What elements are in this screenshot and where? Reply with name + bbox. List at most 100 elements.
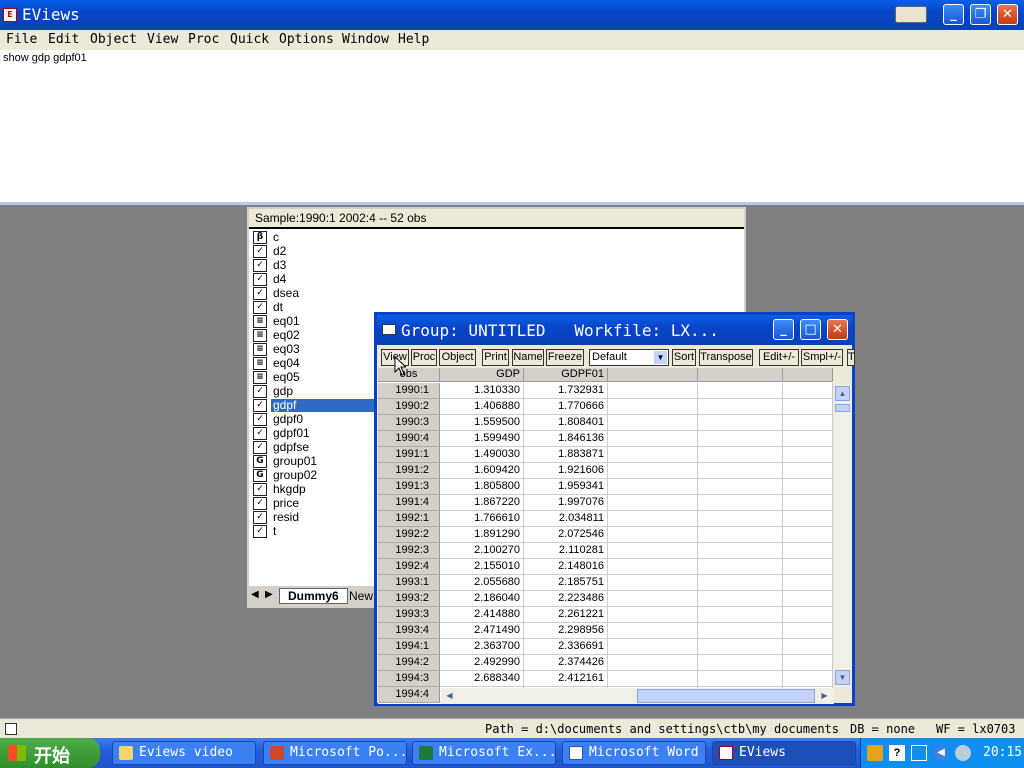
menu-view[interactable]: View — [147, 32, 178, 47]
empty-cell[interactable] — [783, 463, 833, 479]
tab-scroll-right-icon[interactable]: ▶ — [265, 589, 273, 600]
vertical-scrollbar[interactable]: ▲ ▼ — [834, 385, 851, 687]
row-label[interactable]: 1991:1 — [378, 447, 440, 463]
object-item[interactable]: ✓ d2 — [253, 245, 383, 259]
menu-file[interactable]: File — [6, 32, 37, 47]
command-window[interactable]: show gdp gdpf01 — [0, 50, 1024, 205]
empty-cell[interactable] — [783, 383, 833, 399]
empty-cell[interactable] — [608, 639, 698, 655]
object-item[interactable]: ✓ gdpf — [253, 399, 383, 413]
object-item[interactable]: ✓ price — [253, 497, 383, 511]
menu-object[interactable]: Object — [90, 32, 137, 47]
language-bar-icon[interactable] — [895, 6, 927, 23]
empty-cell[interactable] — [698, 607, 783, 623]
object-item[interactable]: ✓ gdpfse — [253, 441, 383, 455]
empty-cell[interactable] — [608, 415, 698, 431]
empty-cell[interactable] — [698, 495, 783, 511]
data-cell[interactable]: 1.599490 — [440, 431, 524, 447]
data-cell[interactable]: 1.867220 — [440, 495, 524, 511]
empty-cell[interactable] — [698, 383, 783, 399]
data-cell[interactable]: 2.155010 — [440, 559, 524, 575]
name-button[interactable]: Name — [512, 349, 544, 366]
data-cell[interactable]: 2.072546 — [524, 527, 608, 543]
minimize-button[interactable]: _ — [943, 4, 964, 25]
data-cell[interactable]: 2.185751 — [524, 575, 608, 591]
tab-scroll-left-icon[interactable]: ◀ — [251, 589, 259, 600]
empty-cell[interactable] — [783, 527, 833, 543]
empty-cell[interactable] — [698, 591, 783, 607]
data-cell[interactable]: 1.310330 — [440, 383, 524, 399]
proc-button[interactable]: Proc — [411, 349, 437, 366]
empty-cell[interactable] — [698, 479, 783, 495]
row-label[interactable]: 1991:3 — [378, 479, 440, 495]
hscroll-thumb[interactable] — [637, 689, 815, 703]
empty-cell[interactable] — [698, 527, 783, 543]
row-label[interactable]: 1990:3 — [378, 415, 440, 431]
empty-cell[interactable] — [608, 383, 698, 399]
data-cell[interactable]: 2.492990 — [440, 655, 524, 671]
data-cell[interactable]: 1.732931 — [524, 383, 608, 399]
column-header-obs[interactable]: obs — [378, 368, 440, 382]
data-cell[interactable]: 1.883871 — [524, 447, 608, 463]
empty-cell[interactable] — [608, 527, 698, 543]
tab-dummy6[interactable]: Dummy6 — [279, 588, 348, 604]
empty-cell[interactable] — [783, 623, 833, 639]
data-cell[interactable]: 2.261221 — [524, 607, 608, 623]
start-button[interactable]: 开始 — [0, 738, 100, 768]
data-cell[interactable]: 2.034811 — [524, 511, 608, 527]
object-item[interactable]: ✓ hkgdp — [253, 483, 383, 497]
object-button[interactable]: Object — [439, 349, 476, 366]
empty-cell[interactable] — [608, 431, 698, 447]
object-item[interactable]: ≡ eq04 — [253, 357, 383, 371]
data-cell[interactable]: 1.770666 — [524, 399, 608, 415]
empty-cell[interactable] — [608, 655, 698, 671]
task-excel[interactable]: Microsoft Ex... — [412, 741, 556, 765]
data-cell[interactable]: 1.766610 — [440, 511, 524, 527]
data-cell[interactable]: 2.374426 — [524, 655, 608, 671]
data-cell[interactable]: 2.100270 — [440, 543, 524, 559]
print-button[interactable]: Print — [482, 349, 509, 366]
tray-app-icon[interactable] — [867, 745, 883, 761]
task-eviews-video[interactable]: Eviews video — [112, 741, 256, 765]
row-label[interactable]: 1991:2 — [378, 463, 440, 479]
back-arrow-icon[interactable]: ◀ — [933, 745, 949, 761]
row-label[interactable]: 1992:4 — [378, 559, 440, 575]
empty-cell[interactable] — [698, 415, 783, 431]
empty-cell[interactable] — [783, 607, 833, 623]
smpl-toggle-button[interactable]: Smpl+/- — [801, 349, 843, 366]
object-item[interactable]: ✓ dsea — [253, 287, 383, 301]
object-item[interactable]: ✓ d4 — [253, 273, 383, 287]
data-cell[interactable]: 1.959341 — [524, 479, 608, 495]
empty-cell[interactable] — [698, 639, 783, 655]
data-cell[interactable]: 1.406880 — [440, 399, 524, 415]
tab-new[interactable]: New — [349, 589, 373, 603]
row-label[interactable]: 1993:1 — [378, 575, 440, 591]
data-cell[interactable]: 2.110281 — [524, 543, 608, 559]
empty-cell[interactable] — [783, 399, 833, 415]
scroll-right-icon[interactable]: ▶ — [817, 689, 832, 703]
empty-cell[interactable] — [783, 495, 833, 511]
data-cell[interactable]: 2.055680 — [440, 575, 524, 591]
object-item[interactable]: ≡ eq02 — [253, 329, 383, 343]
data-cell[interactable]: 2.414880 — [440, 607, 524, 623]
column-header-empty[interactable] — [698, 368, 783, 382]
empty-cell[interactable] — [698, 431, 783, 447]
row-label[interactable]: 1991:4 — [378, 495, 440, 511]
empty-cell[interactable] — [608, 511, 698, 527]
empty-cell[interactable] — [608, 607, 698, 623]
chevron-down-icon[interactable]: ▼ — [654, 351, 667, 364]
empty-cell[interactable] — [783, 543, 833, 559]
column-header-gdp[interactable]: GDP — [440, 368, 524, 382]
menu-edit[interactable]: Edit — [48, 32, 79, 47]
object-item[interactable]: ≡ eq05 — [253, 371, 383, 385]
row-label[interactable]: 1994:1 — [378, 639, 440, 655]
data-cell[interactable]: 2.148016 — [524, 559, 608, 575]
data-cell[interactable]: 2.363700 — [440, 639, 524, 655]
data-cell[interactable]: 1.997076 — [524, 495, 608, 511]
help-icon[interactable]: ? — [889, 745, 905, 761]
empty-cell[interactable] — [608, 559, 698, 575]
object-item[interactable]: ✓ gdpf0 — [253, 413, 383, 427]
network-icon[interactable] — [911, 745, 927, 761]
data-cell[interactable]: 2.336691 — [524, 639, 608, 655]
empty-cell[interactable] — [783, 431, 833, 447]
